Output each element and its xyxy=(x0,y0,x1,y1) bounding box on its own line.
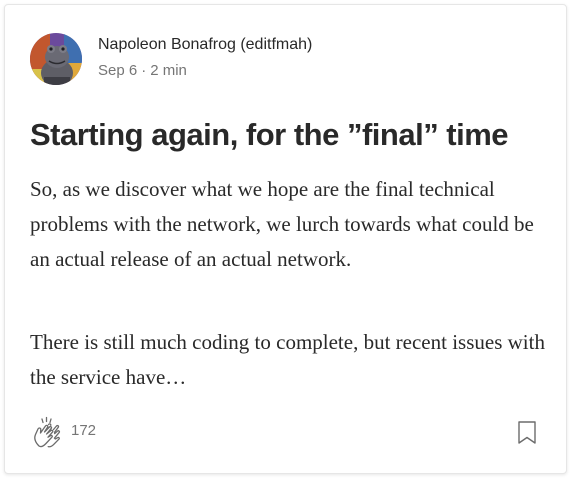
read-time: 2 min xyxy=(150,62,187,79)
post-excerpt-paragraph-2: There is still much coding to complete, … xyxy=(30,330,545,389)
clap-count: 172 xyxy=(71,422,97,439)
bookmark-icon xyxy=(518,421,536,444)
bookmark-button[interactable] xyxy=(515,419,539,447)
meta-separator: · xyxy=(141,62,147,79)
post-meta: Sep 6 · 2 min xyxy=(98,62,187,79)
post-date: Sep 6 xyxy=(98,62,138,79)
frog-avatar-icon xyxy=(30,33,82,85)
clap-button[interactable] xyxy=(30,415,64,449)
author-name[interactable]: Napoleon Bonafrog (editfmah) xyxy=(98,36,312,54)
clap-icon xyxy=(34,416,61,448)
post-excerpt-paragraph-1: So, as we discover what we hope are the … xyxy=(30,177,534,271)
author-avatar[interactable] xyxy=(30,33,82,85)
post-card[interactable]: Napoleon Bonafrog (editfmah) Sep 6 · 2 min… xyxy=(4,4,567,474)
post-title[interactable]: Starting again, for the ”final” time xyxy=(30,115,560,155)
